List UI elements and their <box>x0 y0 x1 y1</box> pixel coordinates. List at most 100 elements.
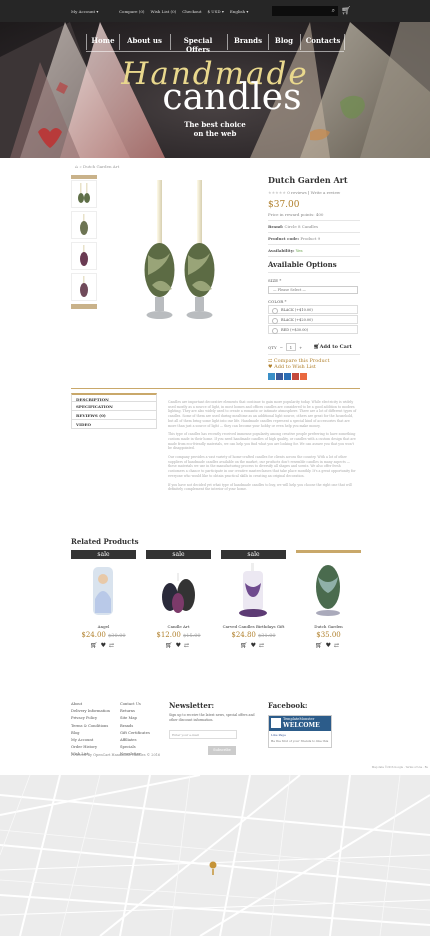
brand-link[interactable]: Circle 8 Candles <box>285 224 319 229</box>
newsletter-text: Sign up to receive the latest news, spec… <box>169 713 255 722</box>
powered-by: Powered By OpenCart Handmade candles © 2… <box>71 753 161 757</box>
share-icon[interactable] <box>300 373 307 380</box>
tab-specification[interactable]: SPECIFICATION <box>71 402 157 411</box>
heart-icon[interactable]: ♥ <box>326 642 334 649</box>
facebook-widget[interactable]: TemplateMonster WELCOME Like Page Be the… <box>268 715 332 748</box>
nav-contacts[interactable]: Contacts <box>303 36 343 45</box>
size-select[interactable]: — Please Select — <box>268 286 358 294</box>
footer-link[interactable]: About <box>71 701 110 708</box>
tab-reviews[interactable]: REVIEWS (0) <box>71 411 157 420</box>
heart-icon: ♥ <box>268 364 273 370</box>
product-card[interactable]: sale Candle Art $12.00 $15.00 🛒︎♥⇄ <box>146 550 211 649</box>
product-tabs: DESCRIPTION SPECIFICATION REVIEWS (0) VI… <box>71 393 157 429</box>
footer-link[interactable]: My Account <box>71 737 110 744</box>
top-bar: My Account ▾ Compare (0) Wish List (0) C… <box>0 0 430 22</box>
compare-icon[interactable]: ⇄ <box>334 642 342 649</box>
thumbnail[interactable] <box>71 211 97 239</box>
product-name[interactable]: Dutch Garden <box>296 624 361 629</box>
cart-icon[interactable]: 🛒︎ <box>341 6 351 15</box>
product-image[interactable] <box>221 559 286 621</box>
wishlist-link[interactable]: Wish List (0) <box>150 9 176 14</box>
cart-icon[interactable]: 🛒︎ <box>90 642 101 649</box>
footer-link[interactable]: Gift Certificates <box>120 730 150 737</box>
wishlist-product-link[interactable]: ♥ Add to Wish List <box>268 364 360 370</box>
google-plus-icon[interactable] <box>292 373 299 380</box>
write-review-link[interactable]: Write a review <box>311 190 341 195</box>
cart-icon[interactable]: 🛒︎ <box>165 642 176 649</box>
email-icon[interactable] <box>284 373 291 380</box>
related-title: Related Products <box>71 537 139 546</box>
facebook-icon[interactable] <box>276 373 283 380</box>
footer-link[interactable]: Order History <box>71 744 110 751</box>
twitter-icon[interactable] <box>268 373 275 380</box>
color-option[interactable]: RED (+$30.00) <box>268 325 358 334</box>
footer-link[interactable]: Contact Us <box>120 701 150 708</box>
product-card[interactable]: sale Angel $24.00 $30.00 🛒︎♥⇄ <box>71 550 136 649</box>
footer-link[interactable]: Blog <box>71 730 110 737</box>
rating-stars: ★★★★★ <box>268 190 286 195</box>
cart-icon[interactable]: 🛒︎ <box>240 642 251 649</box>
footer-link[interactable]: Privacy Policy <box>71 715 110 722</box>
add-to-cart-button[interactable]: 🛒︎Add to Cart <box>313 344 352 350</box>
breadcrumb[interactable]: ⌂ » Dutch Garden Art <box>75 164 119 169</box>
my-account-link[interactable]: My Account ▾ <box>71 9 98 14</box>
footer-link[interactable]: Terms & Conditions <box>71 723 110 730</box>
qty-decrease[interactable]: − <box>280 345 283 350</box>
footer-link[interactable]: Site Map <box>120 715 150 722</box>
reviews-link[interactable]: 0 reviews <box>287 190 306 195</box>
search-icon[interactable]: ⌕ <box>332 7 335 15</box>
compare-link[interactable]: Compare (0) <box>119 9 144 14</box>
thumbnail[interactable] <box>71 242 97 270</box>
cart-icon[interactable]: 🛒︎ <box>315 642 326 649</box>
product-price: $35.00 <box>316 631 341 639</box>
thumbnail[interactable] <box>71 273 97 301</box>
compare-icon[interactable]: ⇄ <box>259 642 267 649</box>
thumb-up-arrow[interactable] <box>71 175 97 179</box>
qty-input[interactable]: 1 <box>285 343 296 351</box>
product-name[interactable]: Candle Art <box>146 624 211 629</box>
subscribe-button[interactable]: Subscribe <box>208 746 236 755</box>
thumb-down-arrow[interactable] <box>71 304 97 309</box>
fb-like-button[interactable]: Like Page <box>269 731 331 739</box>
nav-brands[interactable]: Brands <box>230 36 266 45</box>
nav-blog[interactable]: Blog <box>270 36 298 45</box>
search-input[interactable]: ⌕ <box>272 6 338 16</box>
product-name[interactable]: Carved Candles Birthdays Gift <box>221 624 286 629</box>
checkout-link[interactable]: Checkout <box>182 9 201 14</box>
facebook-title: Facebook: <box>268 701 308 710</box>
color-option[interactable]: BLACK (+$20.00) <box>268 315 358 324</box>
product-card[interactable]: Dutch Garden $35.00 🛒︎♥⇄ <box>296 550 361 649</box>
color-option[interactable]: BLACK (+$10.00) <box>268 305 358 314</box>
newsletter-email-input[interactable]: Enter your e-mail <box>169 730 237 739</box>
footer-link[interactable]: Affiliates <box>120 737 150 744</box>
footer-link[interactable]: Brands <box>120 723 150 730</box>
qty-increase[interactable]: + <box>299 345 302 350</box>
footer-link[interactable]: Specials <box>120 744 150 751</box>
heart-icon[interactable]: ♥ <box>251 642 259 649</box>
footer-link[interactable]: Delivery Information <box>71 708 110 715</box>
compare-icon[interactable]: ⇄ <box>184 642 192 649</box>
product-image[interactable] <box>146 559 211 621</box>
nav-home[interactable]: Home <box>90 36 116 45</box>
product-name[interactable]: Angel <box>71 624 136 629</box>
nav-about[interactable]: About us <box>122 36 167 45</box>
footer-link[interactable]: Returns <box>120 708 150 715</box>
currency-select[interactable]: $ USD ▾ <box>207 9 223 14</box>
availability-row: Availability: Yes <box>268 248 303 253</box>
product-main-image[interactable] <box>100 175 255 335</box>
tab-description[interactable]: DESCRIPTION <box>71 393 157 402</box>
fb-welcome: WELCOME <box>283 722 320 729</box>
heart-icon[interactable]: ♥ <box>176 642 184 649</box>
newsletter-title: Newsletter: <box>169 701 215 710</box>
hero-tagline: The best choice on the web <box>184 120 246 138</box>
tab-video[interactable]: VIDEO <box>71 420 157 429</box>
language-select[interactable]: English ▾ <box>230 9 249 14</box>
product-card[interactable]: sale Carved Candles Birthdays Gift $24.8… <box>221 550 286 649</box>
thumbnail[interactable] <box>71 180 97 208</box>
compare-icon[interactable]: ⇄ <box>109 642 117 649</box>
heart-icon[interactable]: ♥ <box>101 642 109 649</box>
product-image[interactable] <box>296 559 361 621</box>
product-description: Candles are important decorative element… <box>168 400 357 492</box>
map[interactable] <box>0 775 430 936</box>
product-image[interactable] <box>71 559 136 621</box>
